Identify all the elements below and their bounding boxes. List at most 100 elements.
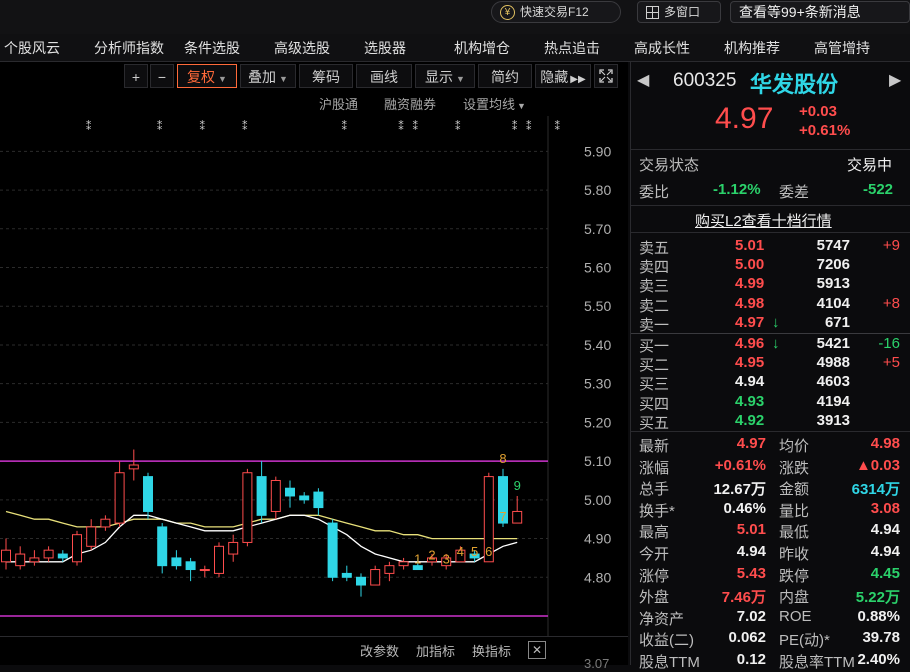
nav-item-hotspot[interactable]: 热点追击 — [544, 34, 600, 62]
nav-item-recommend[interactable]: 机构推荐 — [724, 34, 780, 62]
order-volume: 5421 — [816, 335, 850, 352]
stat-label: 涨跌 — [779, 459, 810, 477]
stat-label: 收益(二) — [639, 632, 694, 650]
order-level-label: 卖二 — [639, 297, 670, 315]
multi-window-button[interactable]: 多窗口 — [637, 1, 721, 23]
stat-value: 5.01 — [736, 521, 766, 539]
zoom-in-button[interactable]: + — [124, 64, 148, 88]
double-arrow-right-icon: ▶▶ — [570, 74, 586, 85]
candle-body — [285, 487, 295, 497]
stat-label: 最高 — [639, 524, 670, 542]
order-level-label: 卖三 — [639, 278, 670, 296]
order-price: 4.95 — [735, 354, 765, 372]
divider — [631, 205, 910, 206]
candle-body — [57, 553, 68, 559]
candle-body — [72, 534, 82, 563]
y-tick-label: 5.60 — [584, 260, 611, 276]
order-volume-delta: +8 — [882, 294, 900, 312]
candle-body — [356, 576, 366, 586]
fullscreen-button[interactable] — [594, 64, 618, 88]
nav-item-condition[interactable]: 条件选股 — [184, 34, 240, 62]
candle-body — [143, 476, 153, 512]
change-params-button[interactable]: 改参数 — [360, 641, 399, 660]
price-change: +0.03 — [799, 103, 837, 120]
event-marker-icon: ⁑ — [455, 120, 461, 133]
candle-body — [512, 510, 523, 524]
huaxian-button[interactable]: 画线 — [356, 64, 412, 88]
nav-item-analyst[interactable]: 分析师指数 — [94, 34, 164, 62]
order-volume-delta: -16 — [878, 335, 900, 352]
count-marker: 9 — [514, 478, 521, 493]
event-marker-icon: ⁑ — [512, 120, 518, 133]
candle-body — [242, 472, 253, 543]
event-marker-icon: ⁑ — [242, 120, 248, 133]
candlestick-chart[interactable]: 5.90 5.80 5.70 5.60 5.50 5.40 5.30 5.20 5.10 5.00… — [0, 116, 628, 636]
l2-purchase-link[interactable]: 购买L2查看十档行情 — [695, 210, 832, 231]
xianshi-dropdown[interactable]: 显示 ▼ — [415, 64, 475, 88]
stat-value: 12.67万 — [713, 481, 766, 499]
diejia-label: 叠加 — [248, 69, 277, 85]
last-price: 4.97 — [715, 102, 774, 135]
chouma-button[interactable]: 筹码 — [299, 64, 353, 88]
zoom-out-button[interactable]: − — [150, 64, 174, 88]
order-level-label: 卖四 — [639, 259, 670, 277]
news-label: 查看等99+条新消息 — [739, 4, 861, 20]
stat-value: 0.062 — [728, 629, 766, 647]
candle-body — [341, 572, 352, 578]
status-label: 交易状态 — [639, 157, 700, 174]
stat-label: 涨幅 — [639, 459, 670, 477]
switch-indicator-button[interactable]: 换指标 — [472, 641, 511, 660]
next-stock-arrow-icon[interactable]: ▶ — [889, 70, 901, 90]
y-tick-label: 4.90 — [584, 531, 611, 547]
nav-item-growth[interactable]: 高成长性 — [634, 34, 690, 62]
order-volume: 7206 — [816, 256, 850, 274]
stat-label: 内盘 — [779, 589, 810, 607]
y-tick-label: 5.30 — [584, 376, 611, 392]
nav-item-jigou-zengcang[interactable]: 机构增仓 — [454, 34, 510, 62]
order-level-label: 卖一 — [639, 316, 670, 334]
top-bar: ¥ 快速交易F12 多窗口 查看等99+条新消息 — [0, 0, 910, 34]
candle-body — [384, 565, 395, 574]
y-tick-label: 5.70 — [584, 221, 611, 237]
candle-body — [214, 545, 224, 574]
prev-stock-arrow-icon[interactable]: ◀ — [637, 70, 649, 90]
news-button[interactable]: 查看等99+条新消息 — [730, 1, 910, 23]
candle-body — [228, 541, 239, 555]
chart-toolbar: + − 复权 ▼ 叠加 ▼ 筹码 画线 显示 ▼ 简约 隐藏 ▶▶ — [0, 62, 628, 90]
close-icon[interactable]: ✕ — [528, 641, 546, 659]
quick-trade-button[interactable]: ¥ 快速交易F12 — [491, 1, 621, 23]
yincang-button[interactable]: 隐藏 ▶▶ — [535, 64, 591, 88]
stat-label: 涨停 — [639, 567, 670, 585]
xianshi-label: 显示 — [425, 69, 454, 85]
nav-item-selector[interactable]: 选股器 — [364, 34, 406, 62]
jianyue-button[interactable]: 简约 — [478, 64, 532, 88]
nav-item-advanced[interactable]: 高级选股 — [274, 34, 330, 62]
event-marker-icon: ⁑ — [398, 120, 404, 133]
candle-body — [100, 518, 111, 528]
stat-label: 最低 — [779, 524, 810, 542]
candle-body — [370, 569, 381, 586]
order-volume: 5913 — [816, 275, 850, 293]
order-level-label: 买五 — [639, 414, 670, 432]
fuquan-dropdown[interactable]: 复权 ▼ — [177, 64, 237, 88]
stat-label: ROE — [779, 607, 812, 625]
candle-body — [185, 561, 196, 571]
nav-item-executive[interactable]: 高管增持 — [814, 34, 870, 62]
rongzi-link[interactable]: 融资融券 — [384, 94, 436, 116]
grid-icon — [646, 5, 659, 19]
stat-value: +0.61% — [714, 456, 766, 474]
stat-label: 昨收 — [779, 546, 810, 563]
ma-settings-dropdown[interactable]: 设置均线 ▼ — [463, 94, 526, 116]
count-marker: 1 — [414, 552, 421, 567]
order-level-label: 买二 — [639, 357, 670, 375]
kline-chart-panel: + − 复权 ▼ 叠加 ▼ 筹码 画线 显示 ▼ 简约 隐藏 ▶▶ 沪股通 融资融券 设… — [0, 62, 628, 671]
hugutong-link[interactable]: 沪股通 — [319, 94, 358, 116]
add-indicator-button[interactable]: 加指标 — [416, 641, 455, 660]
candle-body — [29, 557, 40, 563]
stat-value: 7.02 — [736, 607, 766, 625]
diejia-dropdown[interactable]: 叠加 ▼ — [240, 64, 296, 88]
stat-value: 0.46% — [723, 499, 766, 517]
candle-body — [171, 557, 182, 567]
nav-item-gegu[interactable]: 个股风云 — [4, 34, 60, 62]
stat-label: 总手 — [639, 481, 670, 499]
